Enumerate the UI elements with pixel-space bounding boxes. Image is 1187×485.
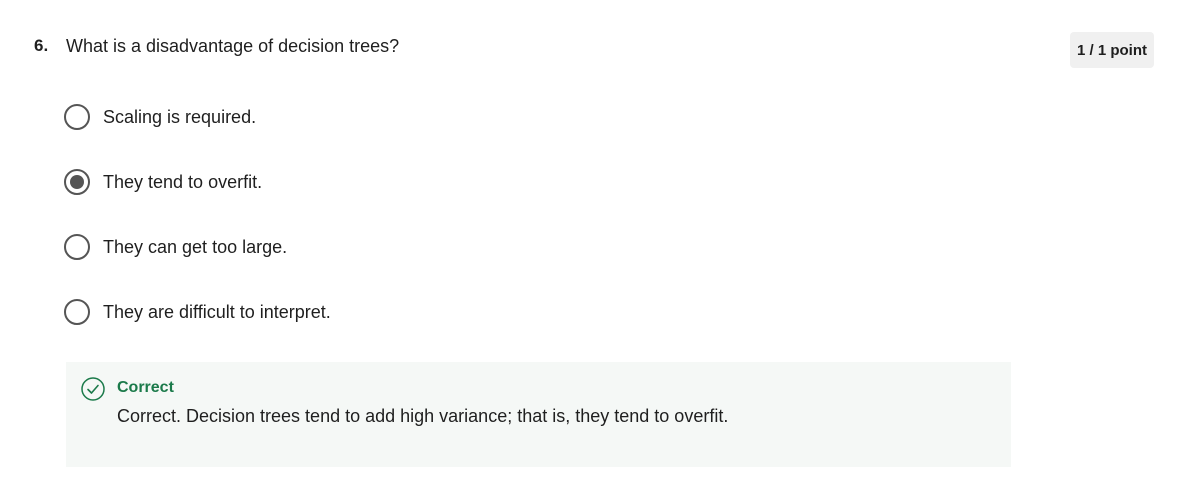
question-number: 6. — [34, 36, 49, 55]
points-badge: 1 / 1 point — [1070, 32, 1154, 68]
question-text: What is a disadvantage of decision trees… — [66, 36, 400, 56]
feedback-panel: Correct Correct. Decision trees tend to … — [66, 362, 1011, 467]
radio-button[interactable] — [64, 234, 90, 260]
radio-button[interactable] — [64, 299, 90, 325]
radio-selected-dot — [70, 175, 84, 189]
check-circle-icon — [81, 377, 105, 401]
answer-option-3[interactable]: They can get too large. — [64, 233, 287, 261]
feedback-explanation: Correct. Decision trees tend to add high… — [117, 406, 729, 426]
radio-button-selected[interactable] — [64, 169, 90, 195]
feedback-status: Correct — [117, 379, 174, 396]
option-label: Scaling is required. — [103, 106, 257, 127]
radio-button[interactable] — [64, 104, 90, 130]
option-label: They can get too large. — [103, 236, 288, 257]
option-label: They are difficult to interpret. — [103, 301, 331, 322]
quiz-question: 6. What is a disadvantage of decision tr… — [0, 0, 1187, 485]
answer-option-4[interactable]: They are difficult to interpret. — [64, 298, 331, 326]
answer-option-1[interactable]: Scaling is required. — [64, 103, 256, 131]
option-label: They tend to overfit. — [103, 171, 263, 192]
answer-option-2[interactable]: They tend to overfit. — [64, 168, 262, 196]
